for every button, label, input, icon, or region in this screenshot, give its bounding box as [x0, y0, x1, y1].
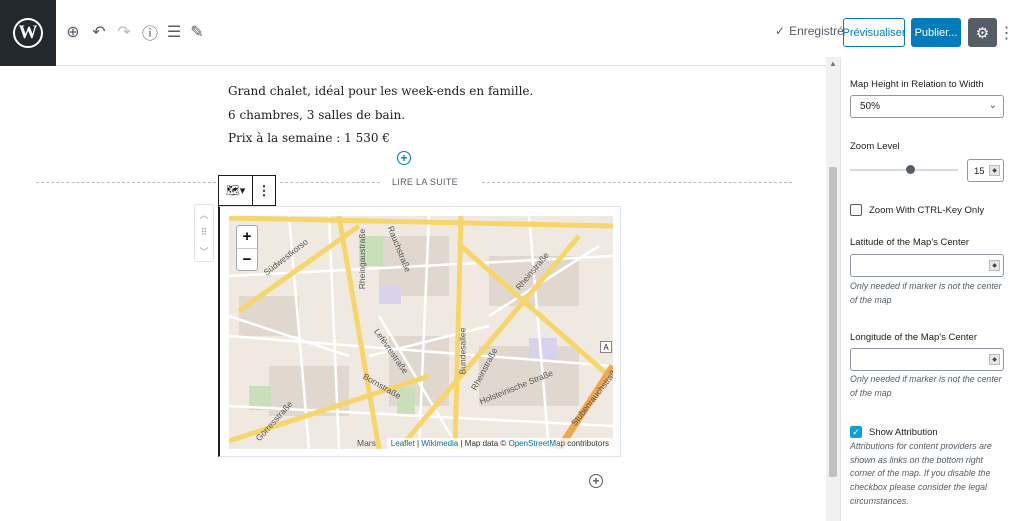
add-block-icon[interactable]: ⊕ [63, 22, 83, 42]
map-height-label: Map Height in Relation to Width [850, 79, 984, 90]
more-menu-button[interactable]: ⋮ [998, 19, 1011, 46]
checkmark-icon: ✓ [852, 426, 860, 437]
drag-handle-icon[interactable]: ⠿ [201, 227, 208, 238]
longitude-help: Only needed if marker is not the center … [850, 374, 1002, 398]
paragraph-block[interactable]: 6 chambres, 3 salles de bain. [228, 108, 405, 122]
wikimedia-link[interactable]: Wikimedia [421, 439, 458, 448]
block-navigation-icon[interactable]: ☰ [164, 22, 184, 42]
block-options-button[interactable]: ⋮ [253, 176, 275, 205]
block-type-switcher[interactable]: 🗺▾ [219, 176, 253, 205]
scroll-up-icon[interactable]: ▲ [829, 59, 837, 68]
spinner-icon[interactable]: ◆ [989, 354, 1000, 365]
zoom-out-button[interactable]: − [237, 247, 257, 271]
move-up-icon[interactable]: ︿ [199, 208, 208, 221]
insert-block-icon[interactable]: + [397, 151, 411, 165]
move-down-icon[interactable]: ﹀ [199, 245, 208, 258]
longitude-input[interactable]: ◆ [850, 348, 1004, 371]
zoom-level-label: Zoom Level [850, 141, 900, 152]
attribution-help: Attributions for content providers are s… [850, 441, 992, 506]
publish-button[interactable]: Publier... [911, 18, 961, 47]
street-label: Mars [357, 438, 376, 448]
map-zoom-control: + − [236, 225, 258, 271]
zoom-in-button[interactable]: + [237, 226, 257, 248]
map-block-icon: 🗺▾ [225, 185, 246, 197]
block-settings-sidebar: Map Height in Relation to Width 50% ⌄ Zo… [840, 57, 1011, 521]
vertical-ellipsis-icon: ⋮ [257, 182, 271, 198]
zoom-slider-handle[interactable] [905, 165, 915, 174]
block-mover: ︿ ⠿ ﹀ [194, 204, 214, 262]
street-label: Rheingaustraße [357, 228, 368, 290]
show-attribution-checkbox[interactable]: ✓ [850, 426, 862, 438]
zoom-level-input[interactable]: 15 ◆ [967, 159, 1004, 182]
latitude-label: Latitude of the Map's Center [850, 237, 970, 248]
latitude-input[interactable]: ◆ [850, 254, 1004, 277]
more-divider-mid [280, 182, 380, 183]
show-attribution-label: Show Attribution [869, 427, 938, 438]
more-divider-left [36, 182, 216, 183]
longitude-label: Longitude of the Map's Center [850, 332, 977, 343]
paragraph-block[interactable]: Grand chalet, idéal pour les week-ends e… [228, 84, 533, 98]
scrollbar-thumb[interactable] [829, 167, 837, 477]
read-more-label[interactable]: LIRE LA SUITE [392, 177, 458, 187]
paragraph-block[interactable]: Prix à la semaine : 1 530 € [228, 131, 390, 145]
edit-mode-icon[interactable]: ✎ [187, 22, 207, 42]
openstreetmap-link[interactable]: OpenStreetMap [508, 439, 564, 448]
road-badge: A [600, 341, 612, 353]
map-view[interactable]: Südwestkorso Rheingaustraße Rauchstraße … [229, 216, 613, 449]
map-height-select[interactable]: 50% ⌄ [850, 95, 1004, 118]
street-label: Bundesallee [457, 327, 468, 375]
vertical-ellipsis-icon: ⋮ [998, 24, 1011, 42]
spinner-icon[interactable]: ◆ [989, 260, 1000, 271]
map-block[interactable]: Südwestkorso Rheingaustraße Rauchstraße … [218, 206, 621, 457]
ctrl-key-checkbox[interactable] [850, 204, 862, 216]
wordpress-logo-button[interactable]: W [0, 0, 56, 66]
gear-icon: ⚙ [975, 24, 990, 42]
leaflet-link[interactable]: Leaflet [391, 439, 415, 448]
latitude-help: Only needed if marker is not the center … [850, 281, 1002, 305]
spinner-icon[interactable]: ◆ [989, 165, 1000, 176]
saved-status: ✓ Enregistré [775, 24, 844, 38]
content-scrollbar[interactable]: ▲ [826, 57, 840, 521]
editor-content: Grand chalet, idéal pour les week-ends e… [0, 67, 826, 521]
chevron-down-icon: ⌄ [988, 100, 997, 111]
map-attribution: Leaflet | Wikimedia | Map data © OpenStr… [386, 438, 613, 449]
zoom-level-slider[interactable] [850, 169, 958, 171]
wordpress-icon: W [13, 18, 43, 48]
append-block-icon[interactable]: + [589, 474, 603, 488]
info-icon[interactable]: ⓘ [140, 22, 160, 43]
ctrl-key-label: Zoom With CTRL-Key Only [869, 205, 985, 216]
redo-icon[interactable]: ↷ [114, 22, 134, 42]
undo-icon[interactable]: ↶ [89, 22, 109, 42]
block-toolbar: 🗺▾ ⋮ [218, 175, 276, 206]
more-divider-right [482, 182, 792, 183]
settings-gear-button[interactable]: ⚙ [968, 18, 997, 47]
checkmark-icon: ✓ [775, 24, 786, 38]
preview-button[interactable]: Prévisualiser [843, 18, 905, 47]
